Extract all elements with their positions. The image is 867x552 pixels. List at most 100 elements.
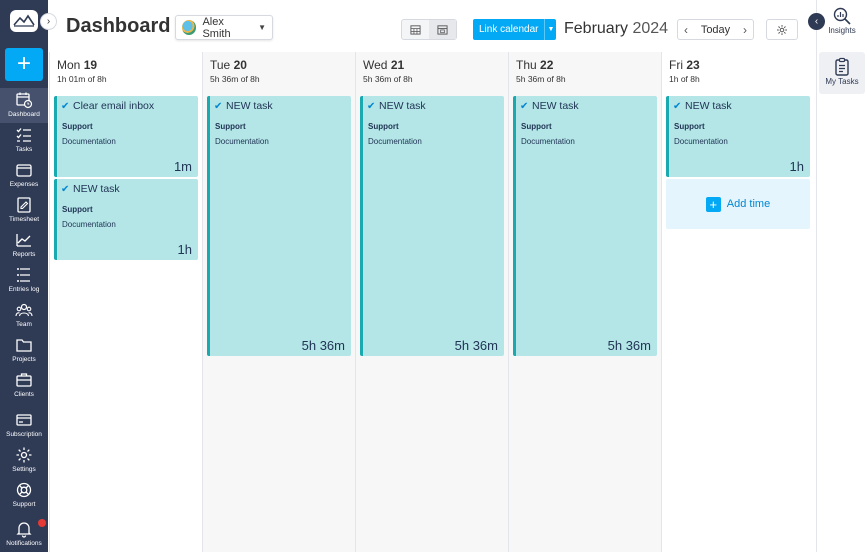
task-title: NEW task	[532, 100, 579, 112]
today-button[interactable]: Today	[694, 24, 737, 36]
chevron-right-icon[interactable]: ›	[737, 23, 753, 37]
calendar-grid-icon	[410, 25, 421, 35]
sidebar-item-expenses[interactable]: Expenses	[0, 158, 48, 193]
sidebar-item-support[interactable]: Support	[0, 478, 48, 513]
date-navigation: ‹ Today ›	[677, 19, 754, 40]
task-duration: 5h 36m	[301, 338, 345, 353]
clipboard-list-icon	[835, 57, 849, 76]
add-entry-button[interactable]: +	[5, 48, 43, 81]
day-header: Thu 22 5h 36m of 8h	[509, 52, 661, 96]
gear-icon	[16, 447, 32, 463]
sidebar-item-timesheet[interactable]: Timesheet	[0, 193, 48, 228]
checkmark-icon: ✔	[61, 101, 70, 112]
week-view-button[interactable]	[429, 20, 456, 39]
sidebar-item-label: Projects	[12, 356, 36, 363]
month-view-button[interactable]	[402, 20, 429, 39]
sidebar: + Dashboard Tasks Expenses Timesheet Rep…	[0, 0, 48, 552]
checkmark-icon: ✔	[367, 101, 376, 112]
sidebar-item-notifications[interactable]: Notifications	[0, 517, 48, 552]
task-project: Support	[674, 122, 705, 131]
task-subtitle: Documentation	[368, 137, 422, 146]
page-title: Dashboard	[66, 15, 171, 37]
year: 2024	[632, 20, 669, 37]
task-duration: 5h 36m	[607, 338, 651, 353]
task-subtitle: Documentation	[62, 220, 116, 229]
checkmark-icon: ✔	[520, 101, 529, 112]
sidebar-item-label: Subscription	[6, 431, 42, 438]
sidebar-item-label: Tasks	[15, 146, 33, 153]
month-label: February 2024	[564, 20, 668, 38]
task-project: Support	[521, 122, 552, 131]
briefcase-icon	[16, 373, 32, 387]
avatar	[182, 20, 197, 35]
task-subtitle: Documentation	[62, 137, 116, 146]
sidebar-item-tasks[interactable]: Tasks	[0, 123, 48, 158]
task-subtitle: Documentation	[521, 137, 575, 146]
sidebar-collapse-button[interactable]: ›	[40, 13, 57, 30]
task-card[interactable]: ✔ NEW task Support Documentation 5h 36m	[207, 96, 351, 356]
insights-button[interactable]: Insights	[819, 6, 865, 35]
day-header: Fri 23 1h of 8h	[662, 52, 816, 96]
day-column-mon: Mon 19 1h 01m of 8h ✔ Clear email inbox …	[49, 52, 202, 552]
add-time-button[interactable]: + Add time	[666, 179, 810, 229]
view-toggle	[401, 19, 457, 40]
task-project: Support	[215, 122, 246, 131]
task-title: NEW task	[379, 100, 426, 112]
sidebar-item-settings[interactable]: Settings	[0, 443, 48, 478]
sidebar-item-projects[interactable]: Projects	[0, 333, 48, 368]
user-selector[interactable]: Alex Smith ▼	[175, 15, 273, 40]
team-icon	[15, 303, 33, 317]
calendar-clock-icon	[16, 92, 33, 109]
chevron-left-icon[interactable]: ‹	[678, 23, 694, 37]
task-card[interactable]: ✔ NEW task Support Documentation 5h 36m	[360, 96, 504, 356]
checkmark-icon: ✔	[61, 184, 70, 195]
credit-card-icon	[16, 414, 32, 426]
sidebar-item-team[interactable]: Team	[0, 298, 48, 333]
task-title: NEW task	[685, 100, 732, 112]
day-name: Thu 22	[516, 58, 554, 72]
sidebar-item-label: Entries log	[8, 286, 40, 293]
sidebar-item-entries-log[interactable]: Entries log	[0, 263, 48, 298]
chart-line-icon	[16, 234, 31, 247]
sidebar-item-reports[interactable]: Reports	[0, 228, 48, 263]
day-header: Mon 19 1h 01m of 8h	[50, 52, 202, 96]
sidebar-item-label: Team	[16, 321, 32, 328]
task-project: Support	[62, 122, 93, 131]
link-calendar-dropdown[interactable]: ▼	[544, 19, 557, 40]
sidebar-item-label: Dashboard	[8, 111, 40, 118]
sidebar-item-clients[interactable]: Clients	[0, 368, 48, 403]
link-calendar-button[interactable]: Link calendar	[473, 19, 545, 40]
calendar-settings-button[interactable]	[766, 19, 798, 40]
task-card[interactable]: ✔ NEW task Support Documentation 1h	[54, 179, 198, 260]
bell-icon	[16, 522, 32, 538]
sidebar-item-subscription[interactable]: Subscription	[0, 408, 48, 443]
month-name: February	[564, 20, 629, 37]
add-time-label: Add time	[726, 198, 771, 210]
folder-icon	[16, 339, 32, 352]
app-logo[interactable]	[10, 10, 38, 32]
link-calendar-group: Link calendar ▼	[473, 19, 557, 40]
sidebar-item-label: Notifications	[6, 540, 42, 547]
day-name: Fri 23	[669, 58, 700, 72]
insights-search-icon	[833, 7, 851, 25]
my-tasks-button[interactable]: My Tasks	[819, 52, 865, 94]
task-card[interactable]: ✔ NEW task Support Documentation 5h 36m	[513, 96, 657, 356]
sidebar-item-dashboard[interactable]: Dashboard	[0, 88, 48, 123]
user-name: Alex Smith	[202, 15, 231, 40]
sidebar-item-label: Reports	[12, 251, 36, 258]
task-card[interactable]: ✔ NEW task Support Documentation 1h	[666, 96, 810, 177]
task-title: Clear email inbox	[73, 100, 155, 112]
day-summary: 5h 36m of 8h	[210, 74, 260, 84]
sidebar-item-label: Clients	[14, 391, 34, 398]
right-panel-collapse-button[interactable]: ‹	[808, 13, 825, 30]
task-title: NEW task	[226, 100, 273, 112]
day-name: Tue 20	[210, 58, 247, 72]
checklist-icon	[16, 128, 31, 142]
task-card[interactable]: ✔ Clear email inbox Support Documentatio…	[54, 96, 198, 177]
sidebar-item-label: Settings	[12, 466, 36, 473]
calendar-week-icon	[437, 25, 448, 35]
my-tasks-label: My Tasks	[825, 77, 859, 86]
logo-mark-icon	[13, 14, 35, 27]
day-summary: 1h 01m of 8h	[57, 74, 107, 84]
wallet-icon	[16, 164, 32, 177]
